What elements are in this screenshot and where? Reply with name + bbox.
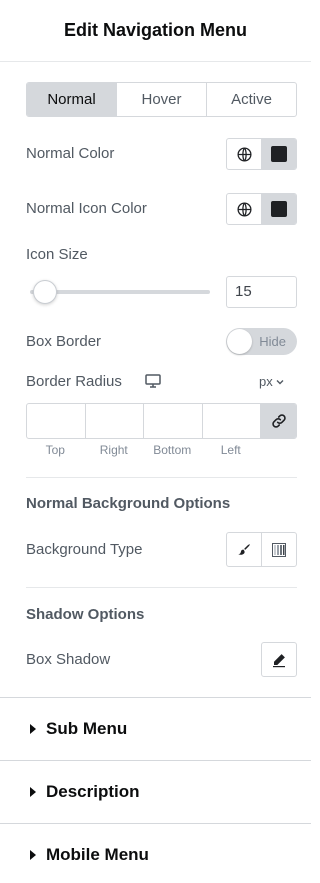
tab-active[interactable]: Active xyxy=(206,83,296,116)
color-picker-button[interactable] xyxy=(262,194,296,224)
accordion-title: Mobile Menu xyxy=(46,845,149,864)
icon-size-label: Icon Size xyxy=(26,246,88,263)
caret-right-icon xyxy=(30,724,36,734)
accordion-title: Sub Menu xyxy=(46,719,128,738)
divider xyxy=(26,587,297,588)
background-gradient-button[interactable] xyxy=(261,533,296,566)
color-picker-button[interactable] xyxy=(262,139,296,169)
radius-left-input[interactable] xyxy=(203,404,261,438)
radius-bottom-input[interactable] xyxy=(144,404,203,438)
background-type-label: Background Type xyxy=(26,541,143,558)
responsive-monitor-button[interactable] xyxy=(145,374,161,392)
radius-top-input[interactable] xyxy=(27,404,86,438)
background-section-heading: Normal Background Options xyxy=(26,495,231,512)
radius-right-input[interactable] xyxy=(86,404,144,438)
accordion-title: Description xyxy=(46,782,140,801)
box-border-label: Box Border xyxy=(26,333,102,350)
box-shadow-label: Box Shadow xyxy=(26,651,111,668)
monitor-icon xyxy=(145,374,161,388)
tab-hover[interactable]: Hover xyxy=(116,83,206,116)
caret-right-icon xyxy=(30,850,36,860)
divider xyxy=(26,477,297,478)
box-shadow-edit-button[interactable] xyxy=(261,642,297,677)
box-border-toggle[interactable]: Hide xyxy=(226,328,297,355)
background-type-choices xyxy=(226,532,297,567)
unit-value: px xyxy=(259,374,273,389)
toggle-knob xyxy=(227,329,252,354)
radius-left-label: Left xyxy=(220,443,241,457)
unit-select[interactable]: px xyxy=(259,374,284,389)
panel-header: Edit Navigation Menu xyxy=(0,0,311,62)
border-radius-fields xyxy=(26,403,297,439)
radius-top-label: Top xyxy=(45,443,65,457)
panel-title: Edit Navigation Menu xyxy=(63,20,247,40)
link-values-button[interactable] xyxy=(261,404,296,438)
border-radius-label: Border Radius xyxy=(26,373,122,390)
accordion-mobile-menu[interactable]: Mobile Menu xyxy=(0,823,311,883)
icon-size-slider-track[interactable] xyxy=(30,290,210,294)
border-radius-field-labels: Top Right Bottom Left xyxy=(26,443,260,457)
normal-icon-color-control xyxy=(226,193,297,225)
global-colors-button[interactable] xyxy=(227,194,262,224)
color-swatch xyxy=(271,146,287,162)
gradient-icon xyxy=(272,542,286,557)
normal-color-control xyxy=(226,138,297,170)
globe-icon xyxy=(236,201,252,217)
brush-icon xyxy=(238,543,250,555)
chevron-down-icon xyxy=(276,379,284,384)
icon-size-slider-handle[interactable] xyxy=(33,280,57,304)
link-icon xyxy=(271,414,286,428)
radius-right-label: Right xyxy=(99,443,128,457)
shadow-section-heading: Shadow Options xyxy=(26,606,145,623)
color-swatch xyxy=(271,201,287,217)
tab-normal[interactable]: Normal xyxy=(27,83,116,116)
state-tabs: Normal Hover Active xyxy=(26,82,297,117)
normal-color-label: Normal Color xyxy=(26,145,115,162)
accordion-sub-menu[interactable]: Sub Menu xyxy=(0,697,311,760)
icon-size-input[interactable]: 15 xyxy=(226,276,297,308)
pencil-icon xyxy=(273,653,285,667)
normal-icon-color-label: Normal Icon Color xyxy=(26,200,147,217)
background-classic-button[interactable] xyxy=(227,533,261,566)
global-colors-button[interactable] xyxy=(227,139,262,169)
accordion-description[interactable]: Description xyxy=(0,760,311,823)
globe-icon xyxy=(236,146,252,162)
radius-bottom-label: Bottom xyxy=(153,443,192,457)
toggle-text: Hide xyxy=(259,334,286,349)
caret-right-icon xyxy=(30,787,36,797)
